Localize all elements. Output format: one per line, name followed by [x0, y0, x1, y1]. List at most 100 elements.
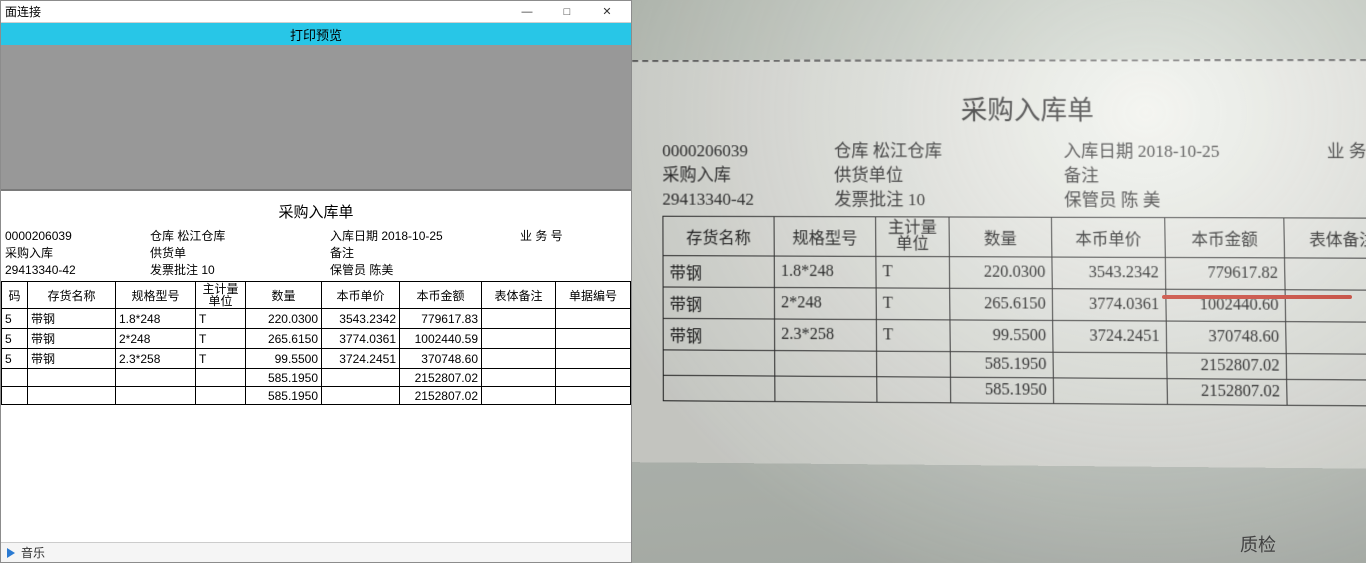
- cell-c5: 3774.0361: [322, 329, 400, 349]
- cell-c2: [116, 369, 196, 387]
- right-table: 存货名称 规格型号 主计量单位 数量 本币单价 本币金额 表体备注 带钢1.8*…: [662, 216, 1366, 407]
- cell-c1: 带钢: [663, 256, 774, 288]
- printed-paper-photo: 采购入库单 0000206039 仓库 松江仓库 入库日期 2018-10-25…: [632, 0, 1366, 563]
- cell-c6: 779617.82: [1165, 257, 1285, 289]
- cell-c1: [663, 350, 775, 376]
- cell-c0: [2, 387, 28, 405]
- cell-c5: 3543.2342: [322, 309, 400, 329]
- cell-c6: 370748.60: [1166, 321, 1286, 354]
- table-row: 585.1950 2152807.02: [663, 375, 1366, 406]
- table-row: 585.19502152807.02: [2, 387, 631, 405]
- p-col-unit: 主计量单位: [876, 217, 950, 257]
- minimize-button[interactable]: —: [507, 1, 547, 23]
- col-qty: 数量: [246, 282, 322, 309]
- cell-c6: 370748.60: [400, 349, 482, 369]
- cell-c5: [1053, 352, 1167, 378]
- cell-c3: T: [196, 349, 246, 369]
- col-remark: 表体备注: [482, 282, 556, 309]
- cell-c5: 3543.2342: [1052, 257, 1166, 289]
- p-col-amount: 本币金额: [1165, 218, 1285, 258]
- hdr-r2c4: [520, 245, 630, 262]
- cell-c4: 585.1950: [950, 352, 1053, 378]
- table-row: 5带钢1.8*248T220.03003543.2342779617.83: [2, 309, 631, 329]
- cell-c5: [1053, 378, 1167, 405]
- cell-c8: [556, 349, 631, 369]
- print-preview-banner[interactable]: 打印预览: [1, 23, 631, 45]
- cell-c4: 585.1950: [950, 377, 1053, 403]
- cell-c2: 2*248: [116, 329, 196, 349]
- left-doc-title: 采购入库单: [1, 201, 631, 222]
- cell-c0: [2, 369, 28, 387]
- bottom-text: 质检: [1240, 531, 1276, 557]
- cell-c4: 220.0300: [949, 257, 1052, 289]
- status-label: 音乐: [21, 544, 45, 561]
- hdr-r1c2: 仓库 松江仓库: [150, 228, 330, 245]
- cell-c6: 779617.83: [400, 309, 482, 329]
- cell-c1: 带钢: [28, 309, 116, 329]
- cell-c8: [556, 369, 631, 387]
- cell-c2: [775, 376, 877, 402]
- cell-c5: [322, 369, 400, 387]
- cell-c2: 2.3*258: [116, 349, 196, 369]
- p-r1c2: 仓库 松江仓库: [834, 139, 1064, 164]
- cell-c3: [196, 387, 246, 405]
- cell-c5: 3774.0361: [1052, 289, 1166, 321]
- table-row: 5带钢2*248T265.61503774.03611002440.59: [2, 329, 631, 349]
- hdr-r1c4: 业 务 号: [520, 228, 630, 245]
- cell-c1: [28, 369, 116, 387]
- p-r1c1: 0000206039: [662, 139, 834, 163]
- col-spec: 规格型号: [116, 282, 196, 309]
- cell-c8: [556, 309, 631, 329]
- p-r3c4: [1327, 189, 1366, 214]
- cell-c4: 99.5500: [246, 349, 322, 369]
- right-table-head: 存货名称 规格型号 主计量单位 数量 本币单价 本币金额 表体备注: [663, 216, 1366, 258]
- cell-c2: 1.8*248: [116, 309, 196, 329]
- hdr-r3c1: 29413340-42: [5, 262, 150, 279]
- cell-c3: T: [196, 329, 246, 349]
- cell-c6: 2152807.02: [1167, 353, 1287, 380]
- cell-c7: [482, 329, 556, 349]
- table-row: 585.19502152807.02: [2, 369, 631, 387]
- p-col-qty: 数量: [949, 217, 1052, 257]
- p-col-spec: 规格型号: [774, 217, 876, 257]
- cell-c1: [28, 387, 116, 405]
- window-titlebar: 面连接 — □ ✕: [1, 1, 631, 23]
- left-doc-header: 0000206039 仓库 松江仓库 入库日期 2018-10-25 业 务 号…: [1, 228, 631, 279]
- col-amount: 本币金额: [400, 282, 482, 309]
- cell-c8: [556, 387, 631, 405]
- cell-c4: 99.5500: [950, 320, 1053, 352]
- col-docno: 单据编号: [556, 282, 631, 309]
- right-doc-title: 采购入库单: [662, 90, 1366, 128]
- cell-c5: [322, 387, 400, 405]
- col-name: 存货名称: [28, 282, 116, 309]
- cell-c5: 3724.2451: [1053, 320, 1167, 352]
- close-button[interactable]: ✕: [587, 1, 627, 23]
- cell-c3: T: [876, 288, 950, 320]
- cell-c3: [877, 377, 951, 403]
- cell-c4: 265.6150: [950, 288, 1053, 320]
- red-underline-annotation: [1162, 295, 1352, 299]
- left-table: 码 存货名称 规格型号 主计量单位 数量 本币单价 本币金额 表体备注 单据编号…: [1, 281, 631, 405]
- p-col-name: 存货名称: [663, 216, 774, 256]
- p-col-remark: 表体备注: [1284, 218, 1366, 258]
- cell-c3: T: [876, 256, 950, 288]
- cell-c6: 2152807.02: [1167, 379, 1287, 406]
- cell-c0: 5: [2, 329, 28, 349]
- cell-c4: 265.6150: [246, 329, 322, 349]
- maximize-button[interactable]: □: [547, 1, 587, 23]
- cell-c1: 带钢: [663, 287, 774, 319]
- cell-c2: 1.8*248: [774, 256, 876, 288]
- hdr-r3c3: 保管员 陈美: [330, 262, 520, 279]
- left-table-head: 码 存货名称 规格型号 主计量单位 数量 本币单价 本币金额 表体备注 单据编号: [2, 282, 631, 309]
- cell-c3: T: [876, 320, 950, 352]
- cell-c3: [877, 351, 951, 377]
- col-unit: 主计量单位: [196, 282, 246, 309]
- window-title: 面连接: [5, 3, 41, 20]
- p-col-price: 本币单价: [1051, 217, 1165, 257]
- cell-c8: [556, 329, 631, 349]
- p-r1c3: 入库日期 2018-10-25: [1063, 139, 1327, 164]
- cell-c7: [1285, 258, 1366, 290]
- cell-c1: 带钢: [28, 329, 116, 349]
- hdr-r2c1: 采购入库: [5, 245, 150, 262]
- hdr-r3c2: 发票批注 10: [150, 262, 330, 279]
